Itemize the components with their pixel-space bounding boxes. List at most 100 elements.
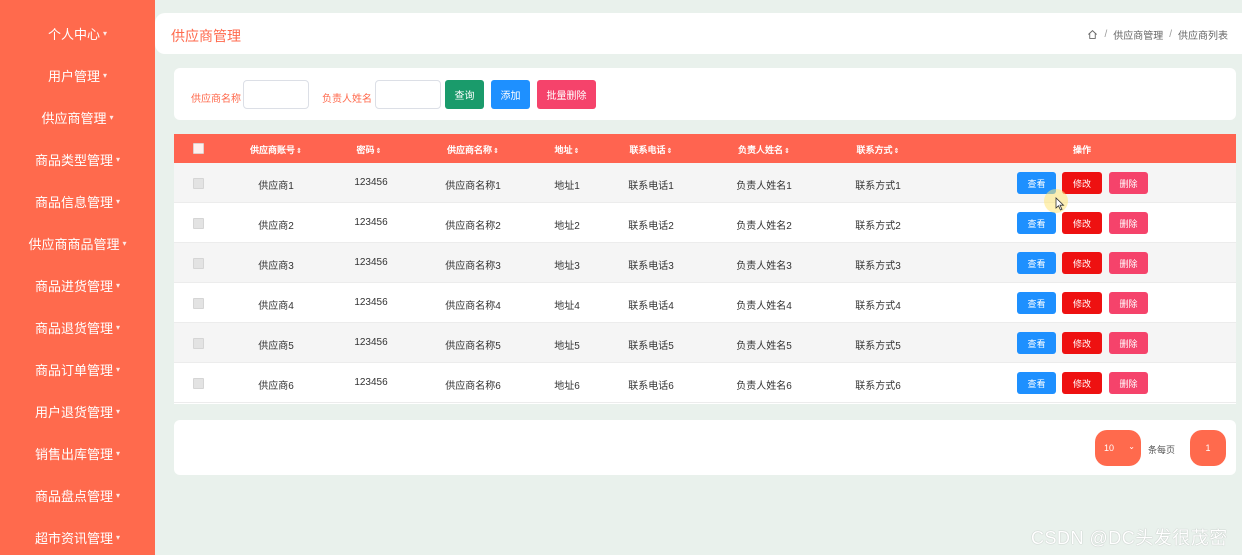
supplier-table: 供应商账号⇕ 密码⇕ 供应商名称⇕ 地址⇕ 联系电话⇕ 负责人姓名⇕ 联系方式⇕… <box>174 134 1236 404</box>
password-cell: 123456 <box>354 337 388 348</box>
column-header[interactable]: 供应商账号⇕ <box>250 143 302 156</box>
contact-name-cell: 负责人姓名6 <box>736 381 792 392</box>
view-button[interactable]: 查看 <box>1017 372 1056 394</box>
breadcrumb-item: 供应商列表 <box>1178 31 1228 42</box>
table-row: 供应商3 123456 供应商名称3 地址3 联系电话3 负责人姓名3 联系方式… <box>174 243 1236 283</box>
column-header[interactable]: 联系电话⇕ <box>630 143 673 156</box>
supplier-account-cell: 供应商4 <box>258 301 294 312</box>
supplier-name-cell: 供应商名称5 <box>445 341 501 352</box>
edit-button[interactable]: 修改 <box>1062 332 1102 354</box>
column-header[interactable]: 负责人姓名⇕ <box>738 143 790 156</box>
address-cell: 地址6 <box>554 381 580 392</box>
address-cell: 地址3 <box>554 261 580 272</box>
add-button[interactable]: 添加 <box>491 80 530 109</box>
pagination: 10 ⌄ 条每页 1 <box>174 420 1236 475</box>
column-header[interactable]: 供应商名称⇕ <box>447 143 499 156</box>
edit-button[interactable]: 修改 <box>1062 252 1102 274</box>
sidebar-item-label: 销售出库管理 <box>34 446 113 462</box>
table-row: 供应商6 123456 供应商名称6 地址6 联系电话6 负责人姓名6 联系方式… <box>174 363 1236 403</box>
delete-button[interactable]: 删除 <box>1109 372 1148 394</box>
sidebar-item-news-management[interactable]: 超市资讯管理 ▾ <box>0 516 155 555</box>
edit-button[interactable]: 修改 <box>1062 292 1102 314</box>
page-number-current[interactable]: 1 <box>1190 430 1226 466</box>
breadcrumb-separator: / <box>1169 29 1172 40</box>
contact-name-cell: 负责人姓名3 <box>736 261 792 272</box>
chevron-down-icon: ⌄ <box>1128 442 1135 451</box>
contact-name-label: 负责人姓名 <box>322 94 372 105</box>
sidebar-item-user-management[interactable]: 用户管理 ▾ <box>0 54 155 96</box>
sort-icon: ⇕ <box>666 148 673 155</box>
address-cell: 地址2 <box>554 221 580 232</box>
breadcrumb-item[interactable]: 供应商管理 <box>1113 27 1163 42</box>
row-checkbox[interactable] <box>193 298 204 309</box>
contact-method-cell: 联系方式3 <box>855 261 901 272</box>
delete-button[interactable]: 删除 <box>1109 332 1148 354</box>
view-button[interactable]: 查看 <box>1017 292 1056 314</box>
row-checkbox[interactable] <box>193 178 204 189</box>
sidebar-item-purchase-management[interactable]: 商品进货管理 ▾ <box>0 264 155 306</box>
address-cell: 地址1 <box>554 181 580 192</box>
phone-cell: 联系电话6 <box>628 381 674 392</box>
row-checkbox[interactable] <box>193 218 204 229</box>
sidebar-item-label: 商品信息管理 <box>34 194 113 210</box>
row-checkbox[interactable] <box>193 378 204 389</box>
delete-button[interactable]: 删除 <box>1109 172 1148 194</box>
column-header[interactable]: 密码⇕ <box>357 143 382 156</box>
view-button[interactable]: 查看 <box>1017 252 1056 274</box>
contact-method-cell: 联系方式5 <box>855 341 901 352</box>
sidebar-item-order-management[interactable]: 商品订单管理 ▾ <box>0 348 155 390</box>
page-size-value: 10 <box>1104 443 1115 453</box>
edit-button[interactable]: 修改 <box>1062 372 1102 394</box>
phone-cell: 联系电话3 <box>628 261 674 272</box>
contact-name-input[interactable] <box>375 80 441 109</box>
sidebar-item-product-info-management[interactable]: 商品信息管理 ▾ <box>0 180 155 222</box>
sidebar-item-label: 供应商管理 <box>41 110 107 126</box>
caret-down-icon: ▾ <box>116 448 121 458</box>
edit-button[interactable]: 修改 <box>1062 172 1102 194</box>
view-button[interactable]: 查看 <box>1017 332 1056 354</box>
column-header[interactable]: 联系方式⇕ <box>857 143 900 156</box>
sidebar-item-personal-center[interactable]: 个人中心 ▾ <box>0 12 155 54</box>
view-button[interactable]: 查看 <box>1017 212 1056 234</box>
supplier-account-cell: 供应商1 <box>258 181 294 192</box>
column-header[interactable]: 地址⇕ <box>555 143 580 156</box>
supplier-name-input[interactable] <box>243 80 309 109</box>
sidebar-item-inventory-check-management[interactable]: 商品盘点管理 ▾ <box>0 474 155 516</box>
delete-button[interactable]: 删除 <box>1109 292 1148 314</box>
sidebar-item-label: 商品类型管理 <box>34 152 113 168</box>
sidebar-item-sales-outbound-management[interactable]: 销售出库管理 ▾ <box>0 432 155 474</box>
caret-down-icon: ▾ <box>116 364 121 374</box>
select-all-checkbox[interactable] <box>193 143 204 154</box>
delete-button[interactable]: 删除 <box>1109 252 1148 274</box>
batch-delete-button[interactable]: 批量删除 <box>537 80 596 109</box>
sidebar-item-label: 商品订单管理 <box>34 362 113 378</box>
home-icon[interactable] <box>1087 29 1098 40</box>
phone-cell: 联系电话4 <box>628 301 674 312</box>
supplier-account-cell: 供应商6 <box>258 381 294 392</box>
sidebar-item-supplier-product-management[interactable]: 供应商商品管理 ▾ <box>0 222 155 264</box>
supplier-name-cell: 供应商名称1 <box>445 181 501 192</box>
sidebar-item-product-type-management[interactable]: 商品类型管理 ▾ <box>0 138 155 180</box>
sort-icon: ⇕ <box>573 148 580 155</box>
password-cell: 123456 <box>354 257 388 268</box>
supplier-account-cell: 供应商3 <box>258 261 294 272</box>
contact-name-cell: 负责人姓名2 <box>736 221 792 232</box>
sidebar-item-product-return-management[interactable]: 商品退货管理 ▾ <box>0 306 155 348</box>
sidebar-item-supplier-management[interactable]: 供应商管理 ▾ <box>0 96 155 138</box>
row-checkbox[interactable] <box>193 258 204 269</box>
page-size-select[interactable]: 10 ⌄ <box>1095 430 1141 466</box>
contact-name-cell: 负责人姓名5 <box>736 341 792 352</box>
row-checkbox[interactable] <box>193 338 204 349</box>
mouse-cursor-icon <box>1055 197 1065 211</box>
supplier-name-label: 供应商名称 <box>191 94 241 105</box>
sidebar-item-label: 用户管理 <box>47 68 100 84</box>
delete-button[interactable]: 删除 <box>1109 212 1148 234</box>
edit-button[interactable]: 修改 <box>1062 212 1102 234</box>
query-button[interactable]: 查询 <box>445 80 484 109</box>
watermark: CSDN @DC头发很茂密 <box>1031 528 1228 548</box>
password-cell: 123456 <box>354 177 388 188</box>
caret-down-icon: ▾ <box>116 406 121 416</box>
phone-cell: 联系电话1 <box>628 181 674 192</box>
sidebar-item-label: 商品盘点管理 <box>34 488 113 504</box>
sidebar-item-user-return-management[interactable]: 用户退货管理 ▾ <box>0 390 155 432</box>
